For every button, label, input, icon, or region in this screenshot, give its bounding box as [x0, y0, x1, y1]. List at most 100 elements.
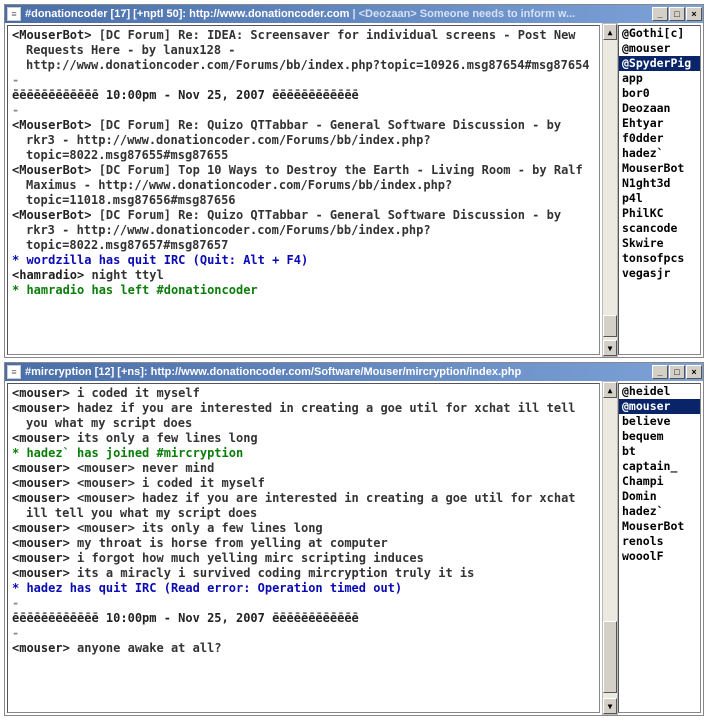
chat-log[interactable]: <mouser> i coded it myself<mouser> hadez…	[7, 383, 600, 713]
close-button[interactable]: ×	[686, 7, 702, 21]
scroll-up-button[interactable]: ▲	[603, 382, 617, 398]
nick: <mouser>	[12, 566, 70, 580]
nick: <mouser>	[12, 461, 70, 475]
nick: <mouser>	[12, 536, 70, 550]
user-item[interactable]: app	[619, 71, 700, 86]
app-icon: ≡	[7, 7, 21, 21]
chat-line: -	[12, 596, 595, 611]
chat-text: [DC Forum] Re: Quizo QTTabbar - General …	[26, 118, 561, 162]
chat-text: anyone awake at all?	[70, 641, 222, 655]
user-item[interactable]: believe	[619, 414, 700, 429]
scroll-thumb[interactable]	[603, 621, 617, 693]
chat-scrollbar[interactable]: ▲▼	[602, 381, 618, 715]
userlist-panel: @heidel@mouserbelievebequembtcaptain_Cha…	[618, 383, 701, 713]
scroll-thumb[interactable]	[603, 315, 617, 337]
nick: <mouser>	[12, 641, 70, 655]
chat-line: * wordzilla has quit IRC (Quit: Alt + F4…	[12, 253, 595, 268]
titlebar[interactable]: ≡#donationcoder [17] [+nptl 50]: http://…	[5, 5, 703, 23]
nick: <MouserBot>	[12, 208, 91, 222]
chat-line: * hadez` has joined #mircryption	[12, 446, 595, 461]
irc-window: ≡#donationcoder [17] [+nptl 50]: http://…	[4, 4, 704, 358]
title-who: <Deozaan>	[359, 8, 417, 20]
window-buttons: _□×	[652, 5, 703, 23]
scroll-track[interactable]	[603, 398, 617, 698]
nick: <MouserBot>	[12, 163, 91, 177]
scroll-down-button[interactable]: ▼	[603, 340, 617, 356]
nick: <mouser>	[12, 401, 70, 415]
title-tail: Someone needs to inform w...	[417, 8, 576, 20]
chat-line: <mouser> i coded it myself	[12, 386, 595, 401]
user-item[interactable]: vegasjr	[619, 266, 700, 281]
user-item[interactable]: @mouser	[619, 41, 700, 56]
user-item[interactable]: N1ght3d	[619, 176, 700, 191]
maximize-button[interactable]: □	[669, 365, 685, 379]
chat-text: my throat is horse from yelling at compu…	[70, 536, 388, 550]
chat-line: <mouser> <mouser> hadez if you are inter…	[12, 491, 595, 521]
nick: <MouserBot>	[12, 118, 91, 132]
title-sep: |	[349, 8, 358, 20]
chat-text: [DC Forum] Re: IDEA: Screensaver for ind…	[26, 28, 590, 72]
chat-text: night ttyl	[84, 268, 163, 282]
user-item[interactable]: bt	[619, 444, 700, 459]
chat-text: <mouser> its only a few lines long	[70, 521, 323, 535]
scroll-up-button[interactable]: ▲	[603, 24, 617, 40]
user-item[interactable]: @Gothi[c]	[619, 26, 700, 41]
scroll-down-button[interactable]: ▼	[603, 698, 617, 714]
chat-line: <mouser> my throat is horse from yelling…	[12, 536, 595, 551]
user-item[interactable]: Deozaan	[619, 101, 700, 116]
user-item[interactable]: MouserBot	[619, 519, 700, 534]
close-button[interactable]: ×	[686, 365, 702, 379]
user-item[interactable]: hadez`	[619, 146, 700, 161]
chat-line: ēēēēēēēēēēēē 10:00pm - Nov 25, 2007 ēēēē…	[12, 611, 595, 626]
user-item[interactable]: @SpyderPig	[619, 56, 700, 71]
user-item[interactable]: renols	[619, 534, 700, 549]
titlebar[interactable]: ≡#mircryption [12] [+ns]: http://www.don…	[5, 363, 703, 381]
chat-line: <mouser> i forgot how much yelling mirc …	[12, 551, 595, 566]
user-item[interactable]: Champi	[619, 474, 700, 489]
chat-text: [DC Forum] Top 10 Ways to Destroy the Ea…	[26, 163, 583, 207]
user-item[interactable]: @heidel	[619, 384, 700, 399]
user-item[interactable]: p4l	[619, 191, 700, 206]
user-item[interactable]: f0dder	[619, 131, 700, 146]
chat-line: <mouser> <mouser> never mind	[12, 461, 595, 476]
chat-line: <mouser> its a miracly i survived coding…	[12, 566, 595, 581]
nick: <mouser>	[12, 476, 70, 490]
minimize-button[interactable]: _	[652, 7, 668, 21]
user-item[interactable]: captain_	[619, 459, 700, 474]
user-item[interactable]: @mouser	[619, 399, 700, 414]
user-item[interactable]: MouserBot	[619, 161, 700, 176]
user-item[interactable]: wooolF	[619, 549, 700, 564]
nick: <mouser>	[12, 491, 70, 505]
chat-text: its only a few lines long	[70, 431, 258, 445]
user-item[interactable]: PhilKC	[619, 206, 700, 221]
chat-log[interactable]: <MouserBot> [DC Forum] Re: IDEA: Screens…	[7, 25, 600, 355]
user-item[interactable]: bor0	[619, 86, 700, 101]
nick: <mouser>	[12, 551, 70, 565]
user-item[interactable]: bequem	[619, 429, 700, 444]
maximize-button[interactable]: □	[669, 7, 685, 21]
window-title: #mircryption [12] [+ns]: http://www.dona…	[25, 366, 652, 378]
userlist[interactable]: @Gothi[c]@mouser@SpyderPigappbor0Deozaan…	[618, 25, 701, 355]
chat-scrollbar[interactable]: ▲▼	[602, 23, 618, 357]
chat-text: [DC Forum] Re: Quizo QTTabbar - General …	[26, 208, 561, 252]
user-item[interactable]: Ehtyar	[619, 116, 700, 131]
chat-line: <MouserBot> [DC Forum] Re: Quizo QTTabba…	[12, 118, 595, 163]
scroll-track[interactable]	[603, 40, 617, 340]
userlist[interactable]: @heidel@mouserbelievebequembtcaptain_Cha…	[618, 383, 701, 713]
chat-text: <mouser> hadez if you are interested in …	[26, 491, 576, 520]
nick: <mouser>	[12, 521, 70, 535]
user-item[interactable]: Domin	[619, 489, 700, 504]
title-channel: #donationcoder [17] [+nptl 50]:	[25, 8, 186, 20]
chat-line: ēēēēēēēēēēēē 10:00pm - Nov 25, 2007 ēēēē…	[12, 88, 595, 103]
user-item[interactable]: tonsofpcs	[619, 251, 700, 266]
user-item[interactable]: Skwire	[619, 236, 700, 251]
user-item[interactable]: hadez`	[619, 504, 700, 519]
chat-line: <hamradio> night ttyl	[12, 268, 595, 283]
chat-text: i forgot how much yelling mirc scripting…	[70, 551, 424, 565]
userlist-panel: @Gothi[c]@mouser@SpyderPigappbor0Deozaan…	[618, 25, 701, 355]
minimize-button[interactable]: _	[652, 365, 668, 379]
chat-text: <mouser> i coded it myself	[70, 476, 265, 490]
user-item[interactable]: scancode	[619, 221, 700, 236]
nick: <MouserBot>	[12, 28, 91, 42]
nick: <mouser>	[12, 386, 70, 400]
